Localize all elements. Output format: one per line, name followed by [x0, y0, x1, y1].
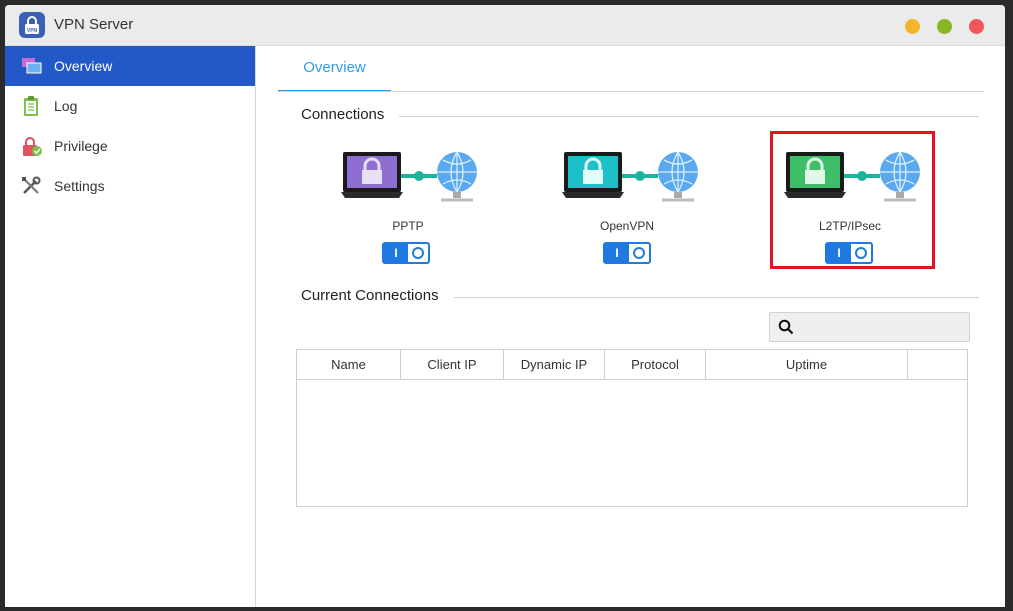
column-header-dynamic-ip[interactable]: Dynamic IP — [504, 350, 605, 379]
log-icon — [21, 96, 41, 116]
sidebar-item-log[interactable]: Log — [5, 86, 255, 126]
tab-overview[interactable]: Overview — [278, 46, 391, 92]
app-window: VPN VPN Server Overview Log Privilege Se… — [5, 5, 1005, 607]
sidebar: Overview Log Privilege Settings — [5, 46, 256, 607]
connection-label: PPTP — [392, 219, 424, 233]
openvpn-vpn-icon — [562, 151, 698, 202]
pptp-vpn-icon — [341, 151, 477, 202]
table-header: Name Client IP Dynamic IP Protocol Uptim… — [297, 350, 967, 380]
column-header-protocol[interactable]: Protocol — [605, 350, 706, 379]
settings-icon — [21, 176, 41, 196]
sidebar-item-privilege[interactable]: Privilege — [5, 126, 255, 166]
openvpn-toggle[interactable]: I — [603, 242, 651, 264]
close-button[interactable] — [969, 19, 984, 34]
svg-text:VPN: VPN — [27, 28, 38, 34]
connection-openvpn: OpenVPN I — [542, 141, 722, 276]
column-header-extra — [908, 350, 967, 379]
sidebar-item-label: Overview — [54, 58, 113, 74]
connections-heading: Connections — [286, 106, 400, 123]
connection-label: OpenVPN — [599, 219, 655, 233]
column-header-name[interactable]: Name — [297, 350, 401, 379]
tab-divider — [278, 91, 984, 92]
privilege-icon — [21, 136, 42, 156]
connection-pptp: PPTP I — [321, 141, 501, 276]
sidebar-item-label: Settings — [54, 178, 105, 194]
column-header-uptime[interactable]: Uptime — [706, 350, 908, 379]
sidebar-item-label: Privilege — [54, 138, 108, 154]
search-icon — [778, 319, 794, 340]
pptp-toggle[interactable]: I — [382, 242, 430, 264]
highlight-box — [770, 131, 935, 269]
search-input[interactable] — [769, 312, 970, 342]
minimize-button[interactable] — [905, 19, 920, 34]
window-title: VPN Server — [54, 16, 134, 33]
sidebar-item-settings[interactable]: Settings — [5, 166, 255, 206]
title-bar: VPN VPN Server — [5, 5, 1005, 46]
main-content: Overview Connections PPTP I OpenVPN I L2… — [256, 46, 1005, 607]
column-header-client-ip[interactable]: Client IP — [401, 350, 504, 379]
sidebar-item-label: Log — [54, 98, 78, 114]
connections-table: Name Client IP Dynamic IP Protocol Uptim… — [296, 349, 968, 507]
current-connections-heading: Current Connections — [286, 287, 454, 304]
overview-icon — [21, 56, 42, 76]
vpn-app-icon: VPN — [19, 12, 45, 38]
maximize-button[interactable] — [937, 19, 952, 34]
sidebar-item-overview[interactable]: Overview — [5, 46, 255, 86]
